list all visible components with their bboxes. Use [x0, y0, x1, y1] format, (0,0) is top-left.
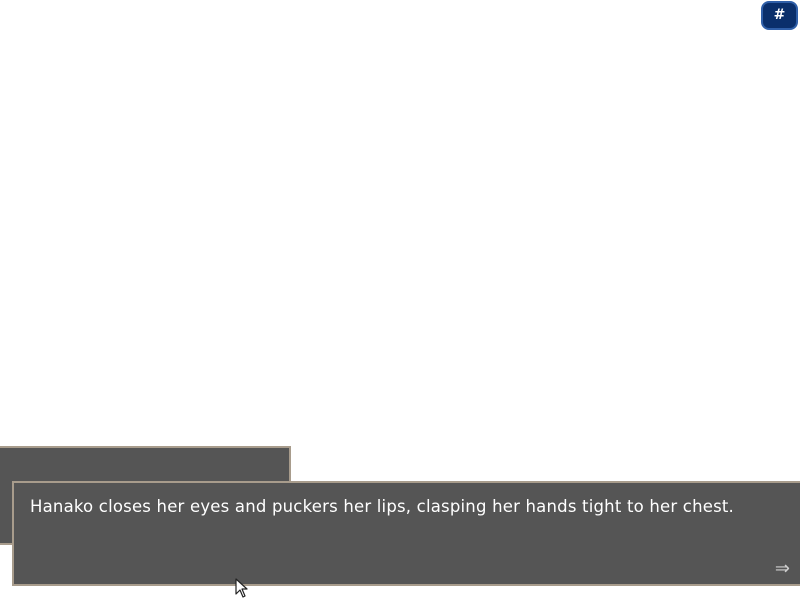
- advance-arrow-icon[interactable]: ⇒: [775, 560, 790, 578]
- dialogue-box[interactable]: Hanako closes her eyes and puckers her l…: [12, 481, 800, 586]
- mouse-pointer-icon: [235, 578, 248, 598]
- dialogue-text: Hanako closes her eyes and puckers her l…: [30, 497, 734, 516]
- quick-menu-button[interactable]: #: [761, 1, 798, 30]
